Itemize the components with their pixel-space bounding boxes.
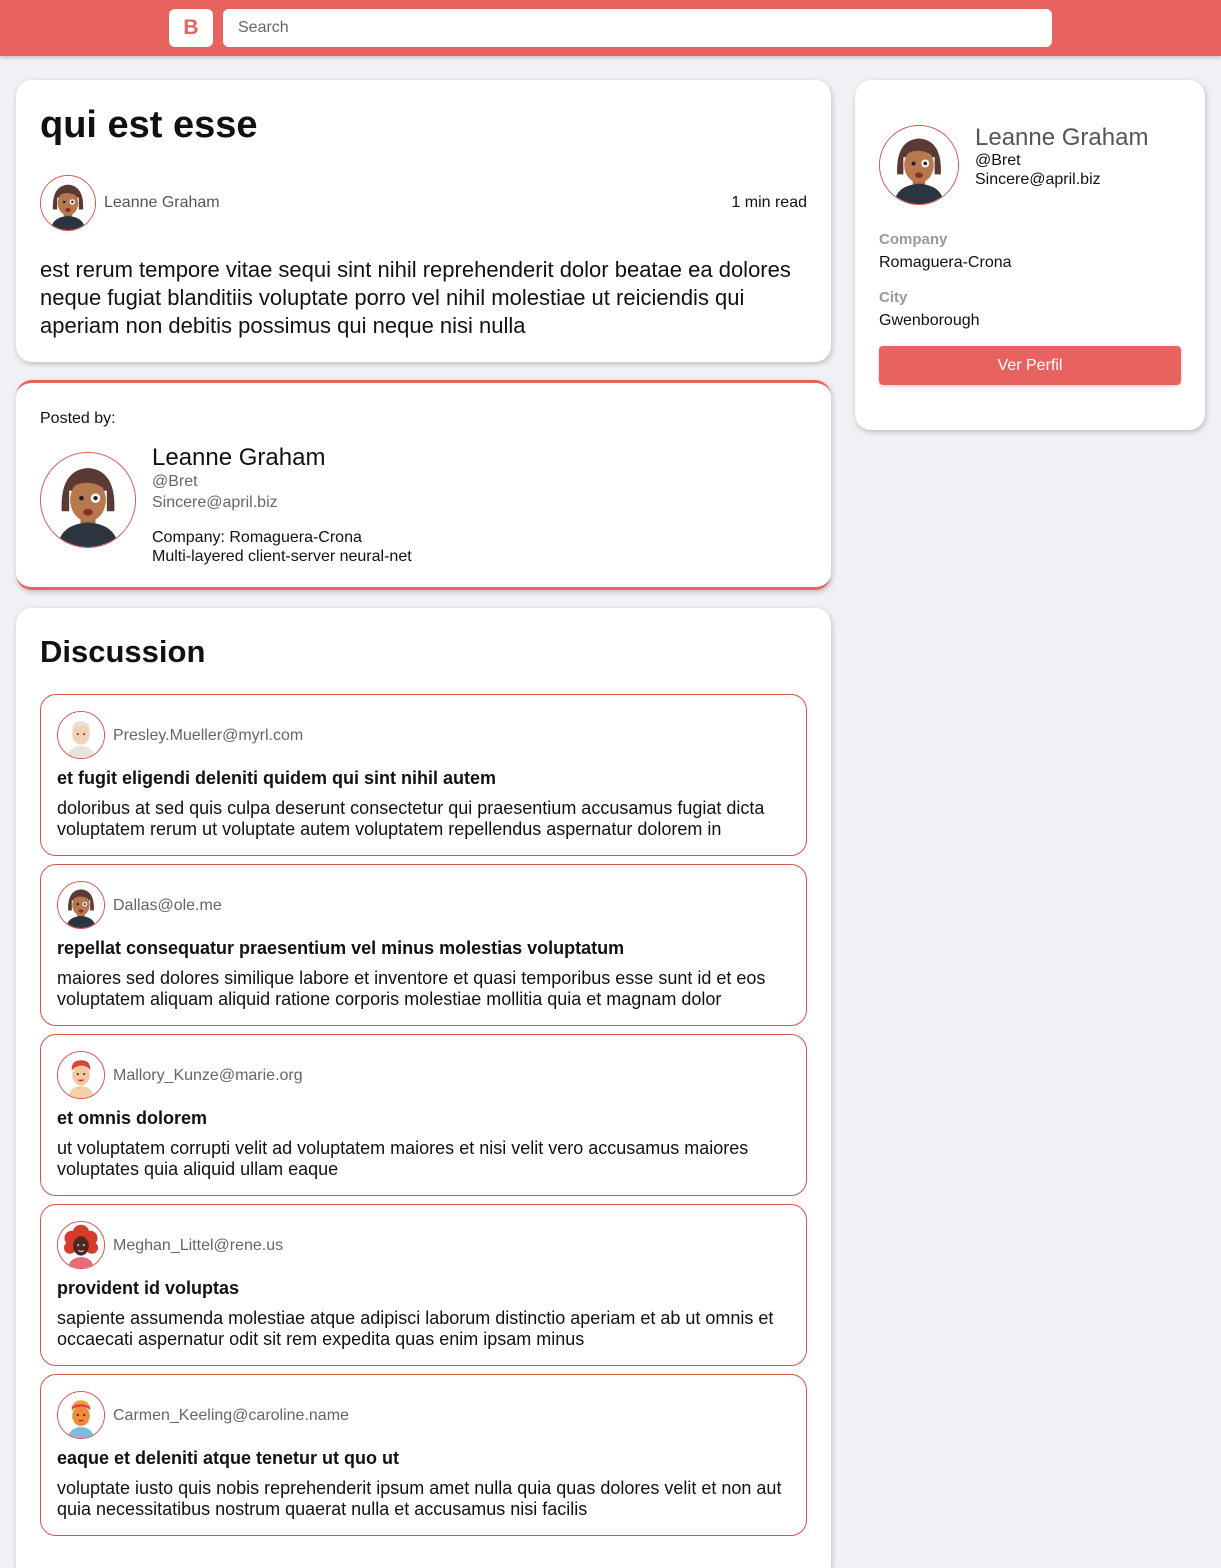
comment-card: Carmen_Keeling@caroline.name eaque et de…: [40, 1374, 807, 1536]
comment-body: sapiente assumenda molestiae atque adipi…: [57, 1308, 774, 1349]
comment-avatar[interactable]: [57, 1221, 105, 1269]
comment-email: Dallas@ole.me: [113, 897, 222, 914]
home-logo-button[interactable]: B: [169, 9, 213, 47]
comment-avatar[interactable]: [57, 1051, 105, 1099]
comment-title: et fugit eligendi deleniti quidem qui si…: [57, 768, 497, 788]
avatar-elderly-man-icon: [58, 712, 104, 758]
comment-body: maiores sed dolores similique labore et …: [57, 968, 766, 1009]
comment-card: Meghan_Littel@rene.us provident id volup…: [40, 1204, 807, 1366]
search-input[interactable]: [223, 9, 1052, 47]
profile-email: Sincere@april.biz: [975, 171, 1101, 188]
comment-card: Mallory_Kunze@marie.org et omnis dolorem…: [40, 1034, 807, 1196]
comment-body: ut voluptatem corrupti velit ad voluptat…: [57, 1138, 749, 1179]
avatar-redhead-man-icon: [58, 1052, 104, 1098]
profile-username: @Bret: [975, 152, 1021, 169]
comment-title: eaque et deleniti atque tenetur ut quo u…: [57, 1448, 400, 1468]
comment-card: Dallas@ole.me repellat consequatur praes…: [40, 864, 807, 1026]
comment-avatar[interactable]: [57, 711, 105, 759]
author-avatar[interactable]: [40, 175, 96, 231]
city-label: City: [879, 289, 908, 306]
posted-by-username: @Bret: [152, 473, 198, 490]
posted-by-company: Company: Romaguera-Crona: [152, 529, 362, 546]
comment-email: Mallory_Kunze@marie.org: [113, 1067, 303, 1084]
post-card: qui est esse Leanne Graham 1 min read es…: [16, 80, 831, 362]
comment-title: provident id voluptas: [57, 1278, 240, 1298]
avatar-woman-bob-icon: [58, 882, 104, 928]
avatar-curly-hair-person-icon: [58, 1222, 104, 1268]
comment-card: Presley.Mueller@myrl.com et fugit eligen…: [40, 694, 807, 856]
avatar-woman-bob-icon: [880, 126, 958, 204]
posted-by-name[interactable]: Leanne Graham: [152, 444, 325, 472]
read-time: 1 min read: [731, 194, 807, 211]
comment-title: et omnis dolorem: [57, 1108, 208, 1128]
company-label: Company: [879, 231, 948, 248]
posted-by-email: Sincere@april.biz: [152, 494, 278, 511]
post-body: est rerum tempore vitae sequi sint nihil…: [40, 257, 791, 338]
posted-by-catch-phrase: Multi-layered client-server neural-net: [152, 548, 412, 565]
profile-avatar[interactable]: [879, 125, 959, 205]
discussion-title: Discussion: [40, 634, 206, 669]
company-value: Romaguera-Crona: [879, 254, 1012, 271]
posted-by-card: Posted by: Leanne Graham @Bret Sincere@a…: [16, 380, 831, 590]
avatar-woman-bob-icon: [41, 176, 95, 230]
comment-body: doloribus at sed quis culpa deserunt con…: [57, 798, 765, 839]
view-profile-button[interactable]: Ver Perfil: [879, 346, 1181, 385]
posted-by-avatar[interactable]: [40, 452, 136, 548]
comment-avatar[interactable]: [57, 1391, 105, 1439]
avatar-woman-headband-icon: [58, 1392, 104, 1438]
city-value: Gwenborough: [879, 312, 980, 329]
post-title: qui est esse: [40, 104, 258, 146]
comment-body: voluptate iusto quis nobis reprehenderit…: [57, 1478, 782, 1519]
comment-title: repellat consequatur praesentium vel min…: [57, 938, 625, 958]
comment-email: Presley.Mueller@myrl.com: [113, 727, 304, 744]
posted-by-label: Posted by:: [40, 410, 116, 427]
comment-avatar[interactable]: [57, 881, 105, 929]
top-navbar: B: [0, 0, 1221, 56]
avatar-woman-bob-icon: [41, 453, 135, 547]
discussion-card: Discussion Presley.Mueller@myrl.com et f…: [16, 608, 831, 1568]
author-profile-card: Leanne Graham @Bret Sincere@april.biz Co…: [855, 80, 1205, 430]
post-author-name[interactable]: Leanne Graham: [104, 194, 220, 212]
comment-email: Meghan_Littel@rene.us: [113, 1237, 284, 1254]
profile-name: Leanne Graham: [975, 124, 1149, 151]
comment-email: Carmen_Keeling@caroline.name: [113, 1407, 349, 1424]
